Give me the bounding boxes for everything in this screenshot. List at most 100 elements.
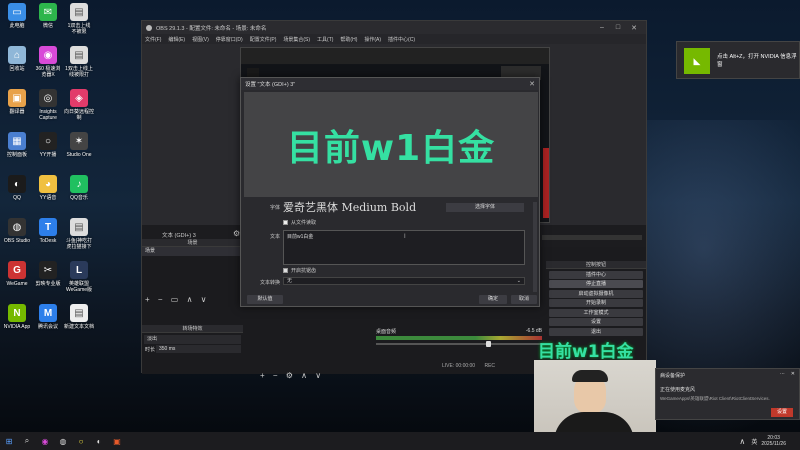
select-font-button[interactable]: 选择字体 (446, 203, 524, 212)
dialog-scrollbar[interactable] (533, 202, 537, 292)
toast-line2: 正在使用麦克风 (660, 387, 696, 393)
taskbar-obs-icon[interactable]: ◍ (54, 432, 72, 450)
minimize-button[interactable]: – (594, 24, 610, 31)
system-tray-chevron-icon[interactable]: ∧ (733, 432, 751, 450)
control-button[interactable]: 启动虚拟摄像机 (549, 289, 643, 298)
input-language[interactable]: 英 (751, 437, 757, 446)
control-button[interactable]: 工作室模式 (549, 308, 643, 317)
obs-menu-item[interactable]: 帮助(H) (340, 36, 357, 43)
desktop-icon[interactable]: ◐ QQ (0, 175, 34, 201)
control-button[interactable]: 退出 (549, 327, 643, 336)
cancel-button[interactable]: 取消 (511, 295, 537, 304)
desktop-app-icon: ◈ (70, 89, 88, 107)
security-toast[interactable]: 病设备保护 ⋯ ✕ 正在使用麦克风 WeGameApps\英雄联盟\Riot C… (655, 368, 800, 420)
dialog-close-button[interactable]: ✕ (525, 80, 539, 88)
desktop-icon[interactable]: N NVIDIA App (0, 304, 34, 330)
desktop-app-icon: ▣ (8, 89, 26, 107)
scene-add-remove-controls[interactable]: + − ▭ ∧ ∨ (145, 295, 210, 304)
taskbar-app-icon[interactable]: ▣ (108, 432, 126, 450)
preview-scrollbar[interactable] (542, 235, 642, 240)
source-add-remove-controls[interactable]: + − ⚙ ∧ ∨ (260, 371, 324, 380)
obs-menu-item[interactable]: 停靠窗口(D) (216, 36, 243, 43)
maximize-button[interactable]: □ (610, 24, 626, 31)
dialog-text-preview: 目前w1白金 (244, 92, 538, 197)
obs-menu-item[interactable]: 配置文件(P) (250, 36, 277, 43)
transform-select[interactable]: 无 ⌄ (283, 277, 525, 285)
toast-more-icon[interactable]: ⋯ (780, 371, 785, 377)
obs-menu-item[interactable]: 场景集合(S) (283, 36, 310, 43)
desktop-icon-label: 控制面板 (6, 152, 27, 158)
toast-close-icon[interactable]: ✕ (791, 371, 795, 377)
desktop-icon[interactable]: G WeGame (0, 261, 34, 287)
clock-date: 2025/11/26 (761, 441, 786, 447)
desktop-icon-label: QQ (13, 195, 21, 201)
windows-start-icon[interactable]: ⊞ (0, 432, 18, 450)
control-button[interactable]: 设置 (549, 318, 643, 326)
obs-menu-item[interactable]: 文件(F) (145, 36, 161, 43)
read-from-file-checkbox[interactable] (283, 220, 288, 226)
duration-input[interactable]: 350 ms (156, 345, 241, 353)
desktop-icon[interactable]: ✶ Studio One (62, 132, 96, 158)
desktop-icon[interactable]: ✂ 剪映专业版 (31, 261, 65, 287)
obs-logo-icon (146, 24, 152, 31)
desktop-icon[interactable]: ▦ 控制面板 (0, 132, 34, 158)
desktop-icon-label: 1双击上线上 线被限打 (65, 66, 93, 78)
desktop-icon[interactable]: ▤ 新建文本文档 (62, 304, 96, 330)
text-source-properties-dialog: 设置 "文本 (GDI+) 3" ✕ 目前w1白金 字体 爱奇艺黑体 Mediu… (240, 77, 540, 307)
desktop-app-icon: ◕ (39, 175, 57, 193)
dialog-titlebar: 设置 "文本 (GDI+) 3" ✕ (241, 78, 539, 90)
desktop-icon[interactable]: ◉ 360 极速浏 览器X (31, 46, 65, 78)
taskbar-qq-icon[interactable]: ◐ (90, 432, 108, 450)
desktop-icon[interactable]: ✉ 微信 (31, 3, 65, 29)
search-icon[interactable]: ⌕ (18, 432, 36, 450)
control-button[interactable]: 开始录制 (549, 299, 643, 307)
ok-button[interactable]: 确定 (479, 295, 507, 304)
desktop-icon[interactable]: T ToDesk (31, 218, 65, 244)
desktop-icon[interactable]: ◈ 向日葵远程控制 (62, 89, 96, 121)
volume-slider-handle[interactable] (486, 341, 491, 347)
desktop-icon[interactable]: ♪ QQ音乐 (62, 175, 96, 201)
obs-menu-item[interactable]: 插件中心(C) (388, 36, 415, 43)
nvidia-logo-icon: ◣ (684, 48, 710, 74)
transform-label: 文本转换 (259, 280, 280, 286)
desktop-app-icon: ▦ (8, 132, 26, 150)
toast-settings-button[interactable]: 设置 (771, 408, 793, 417)
desktop-icon[interactable]: ▤ 1双击上线 不被限 (62, 3, 96, 35)
desktop-app-icon: ◍ (8, 218, 26, 236)
desktop-icon[interactable]: ◍ OBS Studio (0, 218, 34, 244)
obs-menu-item[interactable]: 工具(T) (317, 36, 333, 43)
nvidia-notification[interactable]: ◣ 点击 Alt+Z，打开 NVIDIA 信息浮窗 (676, 41, 800, 79)
control-button[interactable]: 停止直播 (549, 280, 643, 288)
text-input[interactable]: 目前w1白金 I (283, 230, 525, 265)
overlay-caption: 目前w1白金 (538, 342, 634, 362)
defaults-button[interactable]: 默认值 (247, 295, 283, 304)
desktop-icon[interactable]: ▤ 斗鱼|神吃打 虎拉猫接下 (62, 218, 96, 250)
desktop-icon-label: Insights Capture (39, 109, 57, 121)
desktop-icon[interactable]: ▤ 1双击上线上 线被限打 (62, 46, 96, 78)
desktop-icon[interactable]: L 英雄联盟 WeGame版 (62, 261, 96, 293)
taskbar-clock[interactable]: 20:03 2025/11/26 (761, 435, 786, 447)
desktop-icon[interactable]: ○ YY开播 (31, 132, 65, 158)
antialias-checkbox[interactable] (283, 268, 288, 274)
desktop-icon[interactable]: ⌂ 回收站 (0, 46, 34, 72)
desktop-app-icon: ▤ (70, 3, 88, 21)
desktop-icon[interactable]: ◕ YY语音 (31, 175, 65, 201)
obs-menu-item[interactable]: 视图(V) (192, 36, 209, 43)
taskbar-yy-icon[interactable]: ○ (72, 432, 90, 450)
webcam-hair (572, 370, 608, 382)
audio-volume-slider[interactable] (376, 341, 542, 347)
desktop-icon[interactable]: M 腾讯会议 (31, 304, 65, 330)
taskbar-browser-icon[interactable]: ◉ (36, 432, 54, 450)
obs-menu-item[interactable]: 操作(A) (364, 36, 381, 43)
desktop-icon-label: 英雄联盟 WeGame版 (65, 281, 93, 293)
desktop-icon-label: 360 极速浏 览器X (35, 66, 61, 78)
close-button[interactable]: ✕ (626, 24, 642, 32)
obs-menu-item[interactable]: 编辑(E) (168, 36, 185, 43)
antialias-label: 开启抗锯齿 (291, 268, 317, 274)
transition-select[interactable]: 淡出 (144, 335, 241, 344)
desktop-icon[interactable]: ▣ 翻译器 (0, 89, 34, 115)
desktop-icon[interactable]: ◎ Insights Capture (31, 89, 65, 121)
desktop-icon[interactable]: ▭ 此电脑 (0, 3, 34, 29)
scene-list-item[interactable]: 场景 (142, 247, 243, 256)
nvidia-notification-text: 点击 Alt+Z，打开 NVIDIA 信息浮窗 (717, 54, 797, 68)
